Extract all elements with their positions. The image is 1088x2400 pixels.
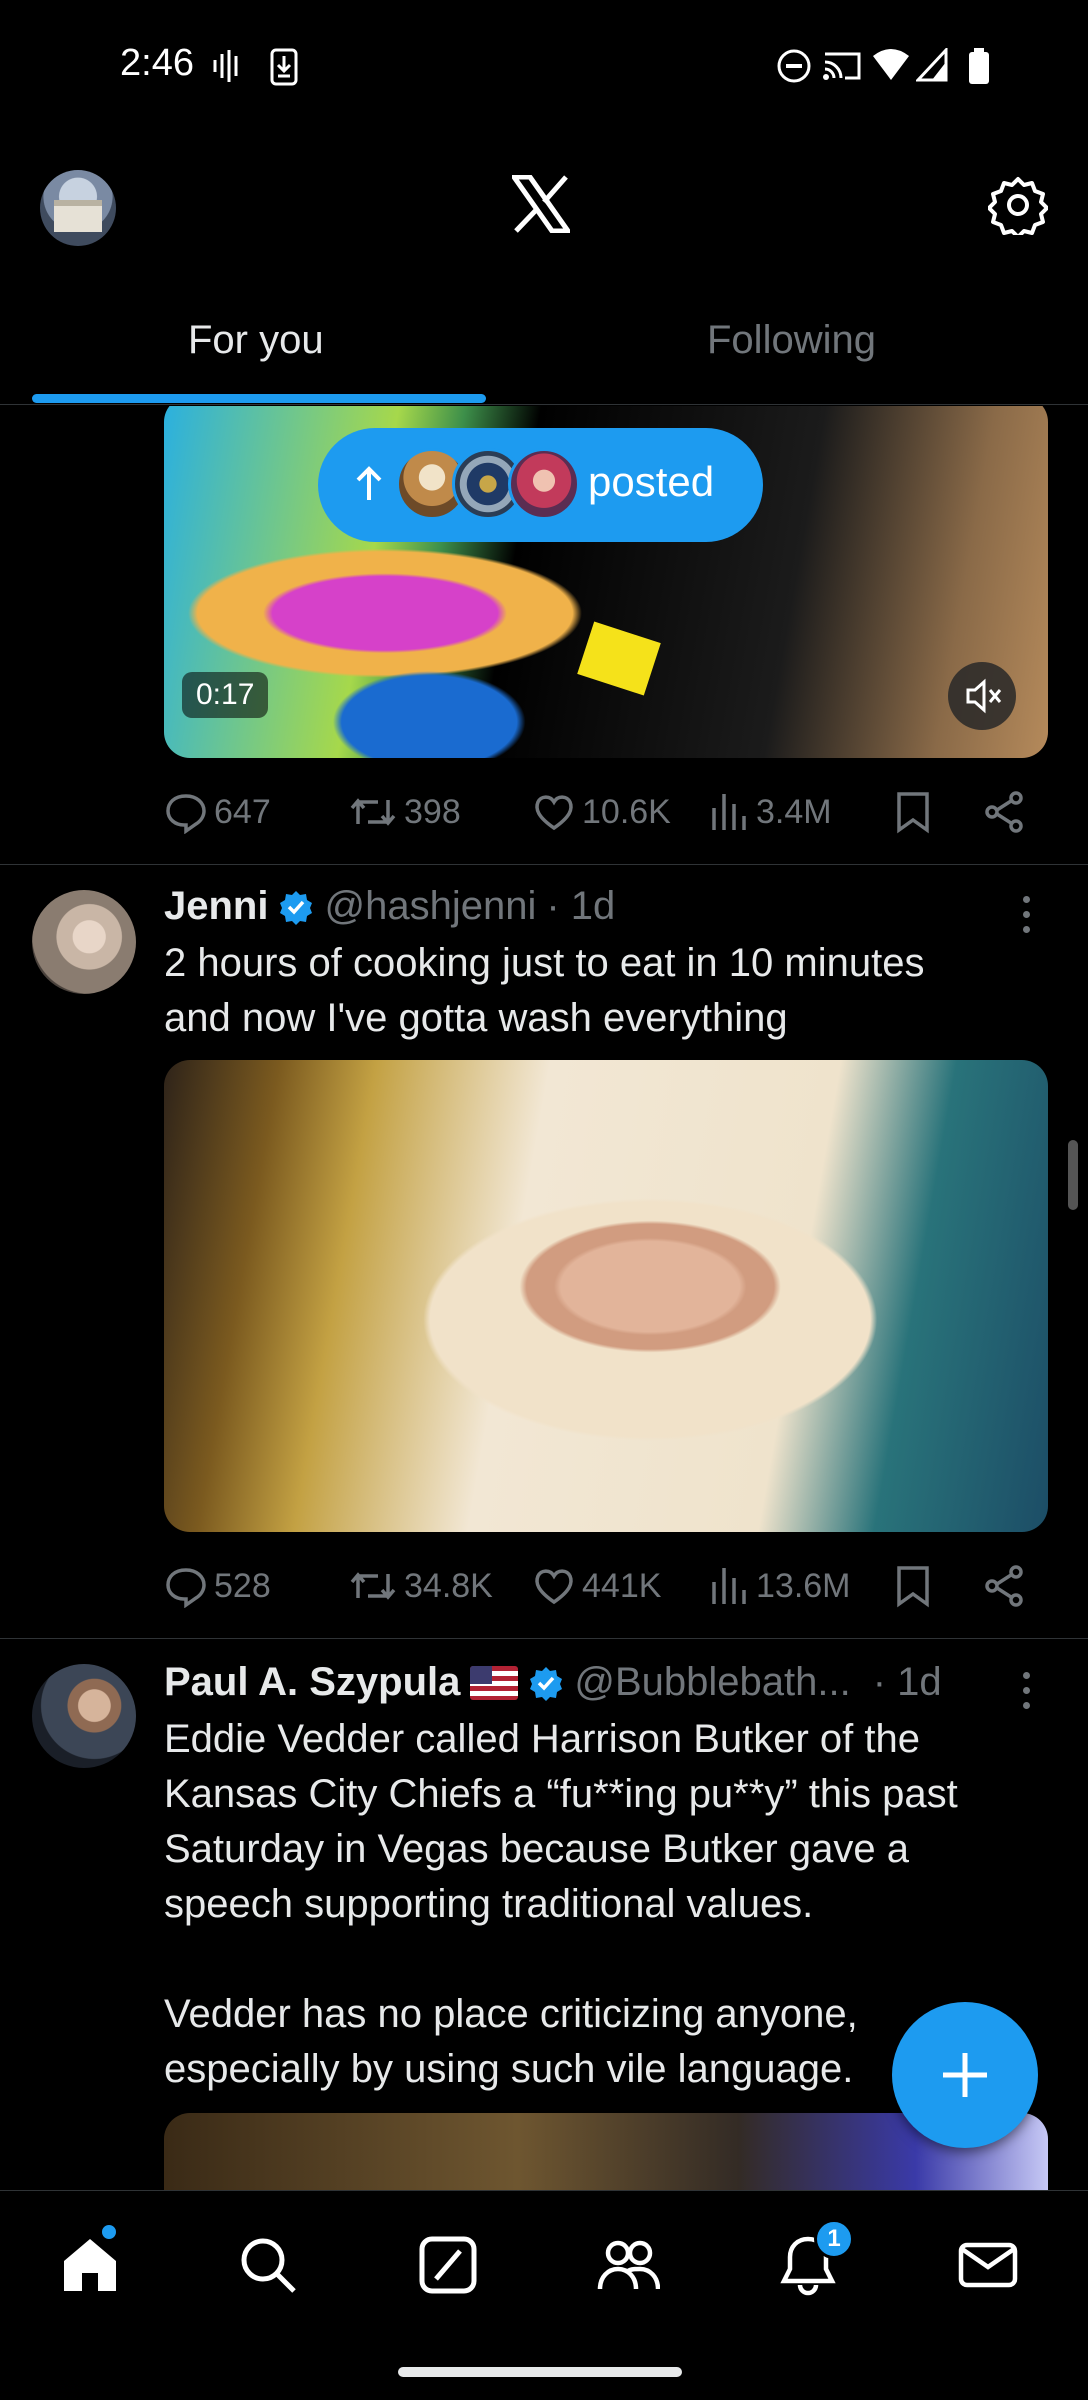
- author-handle[interactable]: @Bubblebath...: [574, 1660, 850, 1705]
- post-divider: [0, 1638, 1088, 1639]
- share-icon: [985, 791, 1023, 833]
- reply-icon: [166, 1568, 206, 1608]
- profile-avatar[interactable]: [40, 170, 116, 246]
- reply-icon: [166, 794, 206, 834]
- compose-post-button[interactable]: [892, 2002, 1038, 2148]
- grok-icon[interactable]: [416, 2233, 480, 2297]
- wifi-icon: [873, 49, 909, 80]
- tab-following[interactable]: Following: [707, 318, 876, 363]
- timeline-feed[interactable]: 0:17 647 398 10.6K 3.4M Jenni @hashjenni…: [0, 406, 1088, 2190]
- settings-gear-icon[interactable]: [988, 175, 1048, 235]
- more-options-icon[interactable]: [1016, 1668, 1036, 1712]
- active-tab-indicator: [32, 394, 486, 403]
- arrow-up-icon: [356, 466, 382, 500]
- reply-button[interactable]: 647: [164, 790, 271, 834]
- poster-avatar: [508, 448, 580, 520]
- like-button[interactable]: 441K: [532, 1564, 661, 1608]
- repost-button[interactable]: 398: [348, 790, 461, 834]
- more-options-icon[interactable]: [1016, 892, 1036, 936]
- home-icon[interactable]: [58, 2233, 122, 2297]
- video-duration: 0:17: [182, 672, 269, 718]
- reply-button[interactable]: 528: [164, 1564, 271, 1608]
- author-handle[interactable]: @hashjenni: [324, 884, 536, 929]
- author-avatar[interactable]: [32, 1664, 136, 1768]
- verified-badge-icon: [280, 890, 313, 925]
- repost-count: 398: [404, 792, 461, 831]
- download-icon: [270, 48, 298, 86]
- like-count: 10.6K: [582, 792, 671, 831]
- bookmark-icon: [897, 792, 929, 834]
- battery-icon: [969, 48, 989, 84]
- repost-button[interactable]: 34.8K: [348, 1564, 493, 1608]
- reply-count: 528: [214, 1566, 271, 1605]
- heart-icon: [535, 795, 573, 831]
- messages-mail-icon[interactable]: [956, 2233, 1020, 2297]
- communities-icon[interactable]: [596, 2233, 660, 2297]
- views-button[interactable]: 3.4M: [710, 790, 832, 834]
- bottom-navigation: 1: [0, 2190, 1088, 2400]
- status-bar: 2:46: [0, 0, 1088, 135]
- status-time: 2:46: [120, 42, 194, 84]
- post-header: Paul A. Szypula @Bubblebath... · 1d: [164, 1660, 942, 1705]
- dnd-icon: [777, 49, 811, 83]
- plus-icon: [943, 2053, 987, 2097]
- us-flag-icon: [470, 1665, 519, 1700]
- home-unread-dot: [100, 2223, 118, 2241]
- speaker-muted-icon: [966, 678, 1002, 714]
- share-icon: [985, 1565, 1023, 1607]
- post-actions: 528 34.8K 441K 13.6M: [164, 1564, 1048, 1624]
- post-time: · 1d: [546, 884, 616, 928]
- repost-count: 34.8K: [404, 1566, 493, 1605]
- post-text: 2 hours of cooking just to eat in 10 min…: [164, 941, 925, 1040]
- video-frame-detail: [577, 621, 661, 696]
- post-actions: 647 398 10.6K 3.4M: [164, 790, 1048, 850]
- bookmark-button[interactable]: [894, 790, 938, 834]
- timeline-tabs: For you Following: [0, 290, 1088, 405]
- post-header: Jenni @hashjenni · 1d: [164, 884, 615, 929]
- bookmark-icon: [897, 1566, 929, 1608]
- reply-count: 647: [214, 792, 271, 831]
- repost-icon: [350, 1572, 396, 1600]
- heart-icon: [535, 1569, 573, 1605]
- like-button[interactable]: 10.6K: [532, 790, 671, 834]
- x-logo-icon[interactable]: [512, 175, 570, 233]
- view-count: 13.6M: [756, 1566, 851, 1605]
- app-header: [0, 135, 1088, 275]
- views-chart-icon: [712, 1568, 746, 1604]
- share-button[interactable]: [982, 1564, 1032, 1608]
- author-avatar[interactable]: [32, 890, 136, 994]
- verified-badge-icon: [530, 1666, 563, 1701]
- share-button[interactable]: [982, 790, 1032, 834]
- gesture-home-indicator[interactable]: [398, 2367, 682, 2377]
- scrollbar-thumb[interactable]: [1068, 1140, 1078, 1210]
- new-posts-label: posted: [588, 458, 715, 505]
- post-time: · 1d: [872, 1660, 942, 1704]
- tab-for-you[interactable]: For you: [188, 318, 324, 363]
- signal-icon: [916, 48, 948, 82]
- vibrate-icon: [213, 50, 238, 82]
- search-icon[interactable]: [236, 2233, 300, 2297]
- views-chart-icon: [712, 794, 746, 830]
- post-divider: [0, 864, 1088, 865]
- like-count: 441K: [582, 1566, 662, 1605]
- author-name[interactable]: Paul A. Szypula: [164, 1660, 460, 1705]
- bookmark-button[interactable]: [894, 1564, 938, 1608]
- post-image[interactable]: [164, 1060, 1048, 1532]
- new-posts-pill[interactable]: posted: [318, 428, 763, 542]
- repost-icon: [350, 798, 396, 826]
- mute-button[interactable]: [948, 662, 1016, 730]
- notifications-badge: 1: [814, 2219, 854, 2259]
- author-name[interactable]: Jenni: [164, 884, 268, 929]
- views-button[interactable]: 13.6M: [710, 1564, 851, 1608]
- cast-icon: [823, 52, 861, 80]
- view-count: 3.4M: [756, 792, 832, 831]
